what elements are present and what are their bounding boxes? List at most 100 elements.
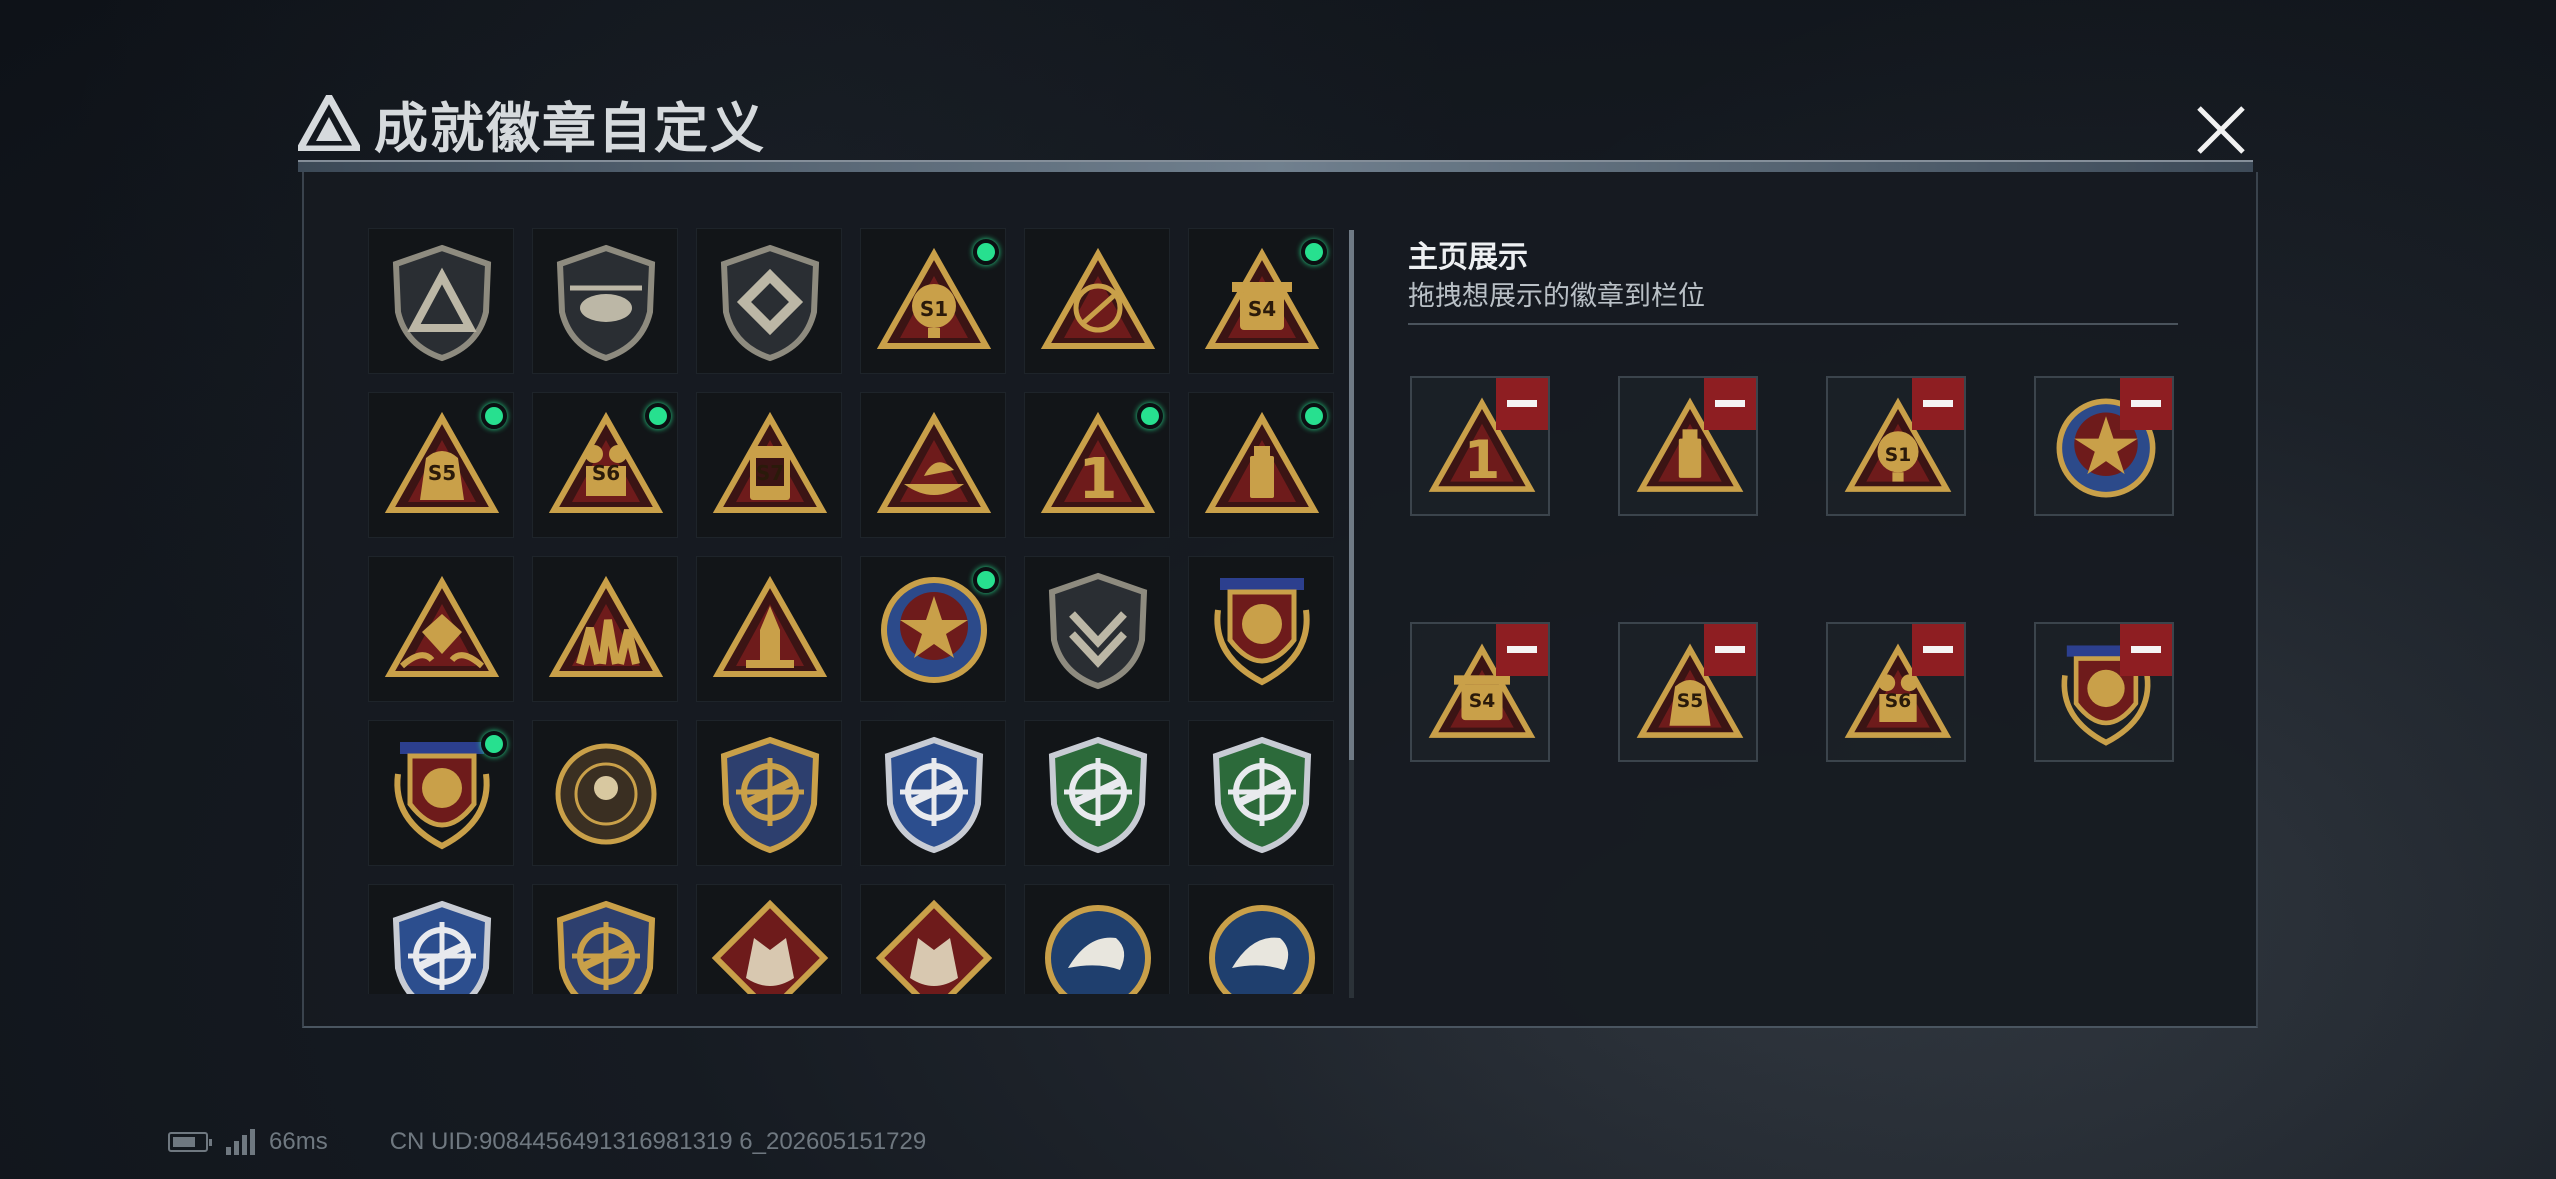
badge-cell[interactable] [696, 228, 842, 374]
showcase-slot[interactable]: 1 [1410, 376, 1550, 516]
showcase-title: 主页展示 [1408, 241, 1528, 274]
round-eagle-badge-icon [1045, 905, 1151, 994]
showcase-slot[interactable]: S1 [1826, 376, 1966, 516]
title-divider [298, 160, 2253, 172]
remove-icon[interactable] [1496, 624, 1548, 676]
remove-icon[interactable] [1912, 378, 1964, 430]
shield-chevron-badge-icon [1048, 572, 1148, 690]
svg-text:S6: S6 [592, 461, 620, 485]
svg-text:S4: S4 [1469, 691, 1495, 712]
badge-cell[interactable] [1188, 556, 1334, 702]
badge-cell[interactable] [368, 720, 514, 866]
svg-text:S5: S5 [1677, 691, 1703, 712]
remove-icon[interactable] [1704, 624, 1756, 676]
diamond-wolf-badge-icon [711, 899, 829, 994]
badge-grid[interactable]: S1 S4 S5 S6 S7 1 [368, 228, 1336, 994]
badge-cell[interactable] [1188, 392, 1334, 538]
showcase-slot[interactable]: S5 [1618, 622, 1758, 762]
badge-cell[interactable] [696, 884, 842, 994]
remove-icon[interactable] [2120, 378, 2172, 430]
showcase-slot[interactable] [2034, 376, 2174, 516]
diamond-wolf-badge-icon [875, 899, 993, 994]
gold-shield-crosshair-badge-icon [720, 736, 820, 854]
blue-shield-rifle-badge-icon [884, 736, 984, 854]
shield-helicopter-badge-icon [556, 244, 656, 362]
badge-cell[interactable] [860, 392, 1006, 538]
laurel-crest-badge-icon [1214, 578, 1310, 686]
badge-cell[interactable] [1024, 228, 1170, 374]
badge-cell[interactable] [1024, 556, 1170, 702]
badge-cell[interactable]: S7 [696, 392, 842, 538]
equipped-indicator [481, 731, 507, 757]
badge-cell[interactable]: S6 [532, 392, 678, 538]
badge-cell[interactable]: S4 [1188, 228, 1334, 374]
badge-cell[interactable] [1024, 720, 1170, 866]
green-shield-crosshair-badge-icon [1212, 736, 1312, 854]
badge-cell[interactable]: S1 [860, 228, 1006, 374]
gold-shield-crosshair-badge-icon [556, 900, 656, 994]
triangle-rocket-badge-icon [712, 575, 828, 677]
badge-cell[interactable] [532, 556, 678, 702]
badge-cell[interactable] [368, 556, 514, 702]
showcase-slot[interactable]: S4 [1410, 622, 1550, 762]
showcase-slot[interactable] [1618, 376, 1758, 516]
equipped-indicator [1137, 403, 1163, 429]
badge-cell[interactable] [368, 228, 514, 374]
remove-icon[interactable] [1704, 378, 1756, 430]
badge-cell[interactable] [368, 884, 514, 994]
svg-text:S5: S5 [428, 461, 456, 485]
remove-icon[interactable] [2120, 624, 2172, 676]
ping-text: 66ms [269, 1128, 328, 1155]
badge-cell[interactable] [696, 556, 842, 702]
svg-text:S4: S4 [1248, 297, 1276, 321]
scroll-thumb[interactable] [1349, 230, 1354, 760]
equipped-indicator [1301, 403, 1327, 429]
showcase-slot[interactable]: S6 [1826, 622, 1966, 762]
badge-cell[interactable] [532, 228, 678, 374]
equipped-indicator [973, 567, 999, 593]
page-title: 成就徽章自定义 [374, 98, 766, 159]
badge-cell[interactable] [532, 720, 678, 866]
triangle-soldiers-badge-icon [548, 575, 664, 677]
close-icon[interactable] [2193, 102, 2249, 158]
equipped-indicator [481, 403, 507, 429]
svg-text:S6: S6 [1885, 691, 1911, 712]
badge-cell[interactable] [1188, 884, 1334, 994]
shield-hex-emblem-badge-icon [720, 244, 820, 362]
blue-shield-pistol-badge-icon [392, 900, 492, 994]
remove-icon[interactable] [1496, 378, 1548, 430]
showcase-subtitle: 拖拽想展示的徽章到栏位 [1408, 281, 1705, 311]
svg-text:S1: S1 [920, 297, 948, 321]
status-bar: 66ms CN UID:9084456491316981319 6_202605… [168, 1128, 926, 1156]
svg-text:1: 1 [1464, 430, 1500, 491]
showcase-slot[interactable] [2034, 622, 2174, 762]
badge-cell[interactable] [860, 884, 1006, 994]
badge-cell[interactable] [860, 556, 1006, 702]
triangle-radar-badge-icon [1040, 247, 1156, 349]
signal-icon [226, 1129, 255, 1155]
round-skull-crosshair-badge-icon [555, 743, 657, 845]
badge-cell[interactable] [1024, 884, 1170, 994]
badge-cell[interactable] [696, 720, 842, 866]
svg-text:S1: S1 [1885, 445, 1911, 466]
battery-icon [168, 1132, 212, 1152]
scrollbar[interactable] [1349, 230, 1354, 998]
svg-text:S7: S7 [756, 461, 784, 485]
badge-cell[interactable] [1188, 720, 1334, 866]
shield-delta-badge-icon [392, 244, 492, 362]
triangle-tablet-badge-icon: S7 [712, 411, 828, 513]
uid-text: CN UID:9084456491316981319 6_20260515172… [389, 1128, 927, 1155]
badge-cell[interactable]: 1 [1024, 392, 1170, 538]
badge-cell[interactable]: S5 [368, 392, 514, 538]
equipped-indicator [645, 403, 671, 429]
badge-cell[interactable] [860, 720, 1006, 866]
badge-cell[interactable] [532, 884, 678, 994]
round-eagle-badge-icon [1209, 905, 1315, 994]
triangle-gem-hands-badge-icon [384, 575, 500, 677]
title-bar: 成就徽章自定义 [298, 90, 766, 159]
green-shield-rifle-badge-icon [1048, 736, 1148, 854]
remove-icon[interactable] [1912, 624, 1964, 676]
equipped-indicator [1301, 239, 1327, 265]
triangle-boat-badge-icon [876, 411, 992, 513]
svg-text:1: 1 [1079, 447, 1118, 512]
